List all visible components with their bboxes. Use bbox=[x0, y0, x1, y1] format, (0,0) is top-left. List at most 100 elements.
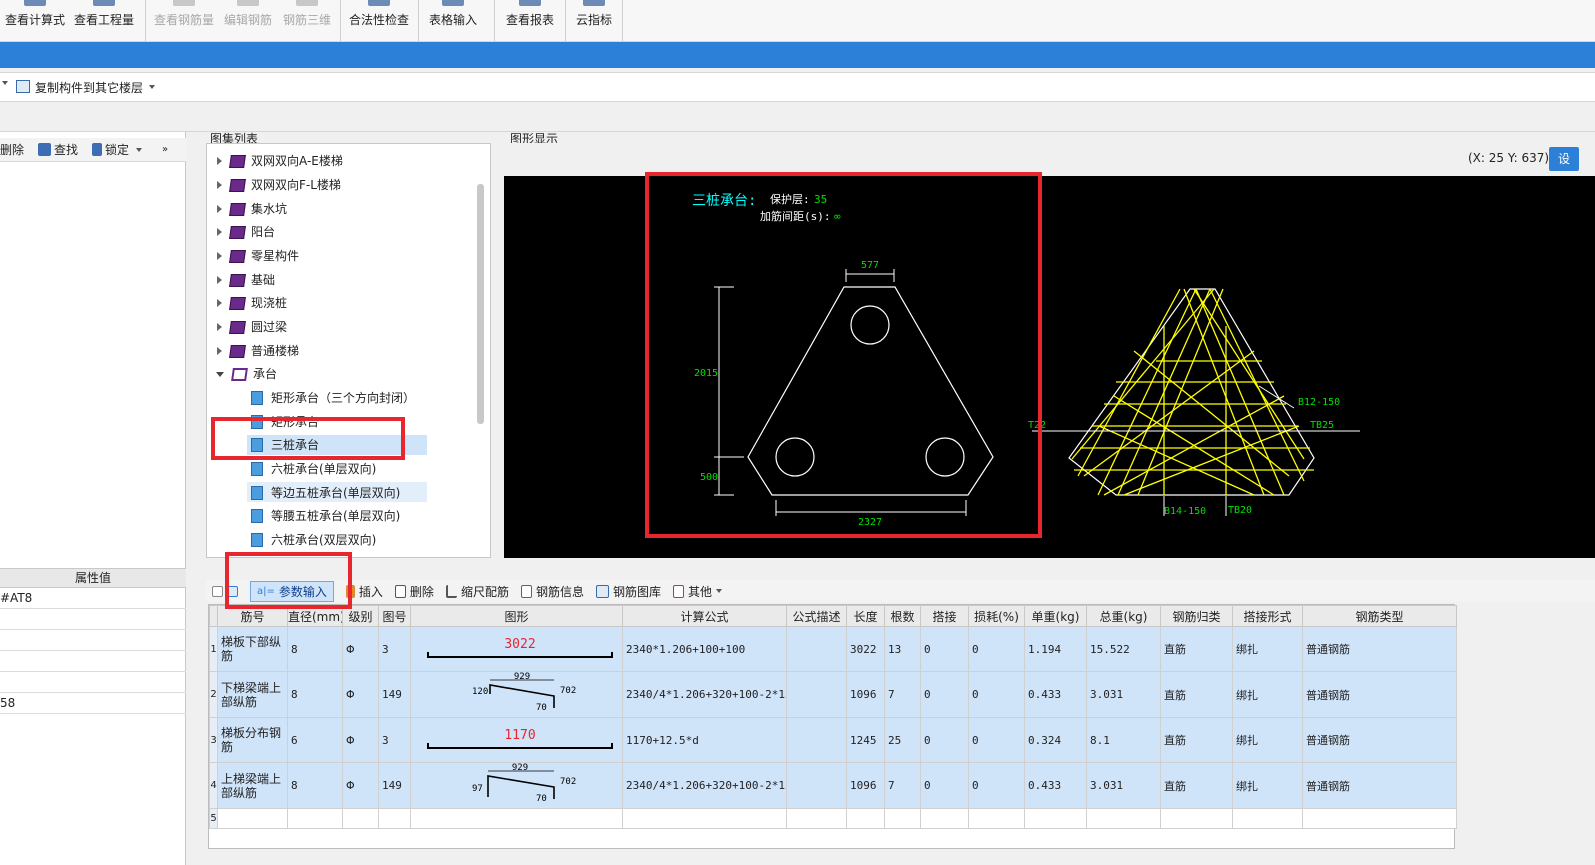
figure-no-cell[interactable]: 149 bbox=[378, 671, 411, 718]
table-row[interactable]: 2 下梯梁端上部纵筋 8 Φ 149 929 702 120 70 2340/4… bbox=[209, 671, 1457, 718]
unit-weight-cell[interactable]: 0.324 bbox=[1024, 717, 1087, 763]
lap-cell[interactable]: 0 bbox=[920, 671, 969, 718]
lock-button[interactable]: 锁定 bbox=[92, 141, 143, 158]
tree-leaf[interactable]: 等腰五桩承台(单层双向) bbox=[251, 505, 400, 527]
tree-node-expanded[interactable]: 承台 bbox=[216, 363, 277, 385]
rebar-name-cell[interactable]: 下梯梁端上部纵筋 bbox=[217, 671, 288, 718]
empty-cell[interactable] bbox=[968, 808, 1025, 829]
category-cell[interactable]: 直筋 bbox=[1160, 671, 1233, 718]
scale-rebar-button[interactable]: 缩尺配筋 bbox=[445, 583, 509, 600]
empty-cell[interactable] bbox=[378, 808, 411, 829]
tree-node[interactable]: 阳台 bbox=[217, 221, 275, 243]
total-weight-cell[interactable]: 15.522 bbox=[1086, 626, 1161, 672]
unit-weight-cell[interactable]: 1.194 bbox=[1024, 626, 1087, 672]
column-header[interactable]: 长度 bbox=[846, 605, 885, 627]
unit-weight-cell[interactable]: 0.433 bbox=[1024, 762, 1087, 809]
prop-value-cell[interactable]: 58 bbox=[0, 693, 186, 714]
diameter-cell[interactable]: 8 bbox=[287, 762, 343, 809]
tree-leaf[interactable]: 六桩承台(单层双向) bbox=[251, 458, 376, 480]
empty-cell[interactable] bbox=[920, 808, 969, 829]
table-row[interactable]: 1 梯板下部纵筋 8 Φ 3 3022 2340*1.206+100+100 3… bbox=[209, 626, 1457, 672]
column-header[interactable]: 总重(kg) bbox=[1086, 605, 1161, 627]
empty-cell[interactable] bbox=[846, 808, 885, 829]
column-header[interactable]: 计算公式 bbox=[622, 605, 787, 627]
column-header[interactable]: 根数 bbox=[884, 605, 921, 627]
rebar-type-cell[interactable]: 普通钢筋 bbox=[1302, 626, 1457, 672]
tree-node[interactable]: 双网双向A-E楼梯 bbox=[217, 150, 343, 172]
validity-check-button[interactable]: 合法性检查 bbox=[345, 0, 413, 42]
view-report-button[interactable]: 查看报表 bbox=[501, 0, 559, 42]
empty-cell[interactable] bbox=[884, 808, 921, 829]
delete-row-button[interactable]: 删除 bbox=[394, 583, 434, 600]
tree-node[interactable]: 现浇桩 bbox=[217, 292, 287, 314]
tree-node[interactable]: 双网双向F-L楼梯 bbox=[217, 174, 341, 196]
total-weight-cell[interactable]: 8.1 bbox=[1086, 717, 1161, 763]
shape-cell[interactable]: 3022 bbox=[410, 626, 623, 672]
row-number[interactable]: 1 bbox=[209, 626, 218, 672]
rebar-type-cell[interactable]: 普通钢筋 bbox=[1302, 717, 1457, 763]
loss-cell[interactable]: 0 bbox=[968, 671, 1025, 718]
move-up-button[interactable] bbox=[212, 585, 223, 597]
empty-cell[interactable] bbox=[1232, 808, 1303, 829]
cloud-index-button[interactable]: 云指标 bbox=[570, 0, 618, 42]
desc-cell[interactable] bbox=[786, 626, 847, 672]
count-cell[interactable]: 7 bbox=[884, 671, 921, 718]
loss-cell[interactable]: 0 bbox=[968, 762, 1025, 809]
column-header[interactable]: 图形 bbox=[410, 605, 623, 627]
row-number[interactable]: 2 bbox=[209, 671, 218, 718]
column-header[interactable]: 单重(kg) bbox=[1024, 605, 1087, 627]
expand-arrow-icon[interactable] bbox=[217, 299, 222, 307]
rebar-library-button[interactable]: 钢筋图库 bbox=[595, 583, 661, 600]
figure-no-cell[interactable]: 3 bbox=[378, 626, 411, 672]
rebar-type-cell[interactable]: 普通钢筋 bbox=[1302, 762, 1457, 809]
empty-cell[interactable] bbox=[342, 808, 379, 829]
empty-cell[interactable] bbox=[410, 808, 623, 829]
tree-leaf[interactable]: 等边五桩承台(单层双向) bbox=[251, 482, 400, 504]
edit-rebar-button[interactable]: 编辑钢筋 bbox=[220, 0, 276, 42]
rebar-info-button[interactable]: 钢筋信息 bbox=[520, 583, 584, 600]
formula-cell[interactable]: 2340*1.206+100+100 bbox=[622, 626, 787, 672]
expand-more-icon[interactable]: » bbox=[162, 144, 168, 155]
rebar-3d-button[interactable]: 钢筋三维 bbox=[279, 0, 335, 42]
empty-cell[interactable] bbox=[287, 808, 343, 829]
rebar-type-cell[interactable]: 普通钢筋 bbox=[1302, 671, 1457, 718]
category-cell[interactable]: 直筋 bbox=[1160, 626, 1233, 672]
length-cell[interactable]: 1096 bbox=[846, 671, 885, 718]
expand-arrow-icon[interactable] bbox=[217, 205, 222, 213]
lap-form-cell[interactable]: 绑扎 bbox=[1232, 762, 1303, 809]
chevron-down-icon[interactable] bbox=[2, 81, 8, 85]
tree-leaf[interactable]: 六桩承台(双层双向) bbox=[251, 529, 376, 551]
table-input-button[interactable]: 表格输入 bbox=[424, 0, 482, 42]
expand-arrow-icon[interactable] bbox=[217, 181, 222, 189]
desc-cell[interactable] bbox=[786, 762, 847, 809]
loss-cell[interactable]: 0 bbox=[968, 717, 1025, 763]
formula-cell[interactable]: 2340/4*1.206+320+100-2*15 bbox=[622, 762, 787, 809]
settings-button[interactable]: 设 bbox=[1549, 147, 1579, 171]
total-weight-cell[interactable]: 3.031 bbox=[1086, 762, 1161, 809]
column-header[interactable]: 搭接形式 bbox=[1232, 605, 1303, 627]
lap-cell[interactable]: 0 bbox=[920, 717, 969, 763]
expand-arrow-icon[interactable] bbox=[217, 252, 222, 260]
tree-leaf[interactable]: 矩形承台（三个方向封闭） bbox=[251, 387, 415, 409]
find-button[interactable]: 查找 bbox=[38, 141, 78, 158]
empty-cell[interactable] bbox=[1160, 808, 1233, 829]
rebar-name-cell[interactable]: 梯板分布钢筋 bbox=[217, 717, 288, 763]
prop-value-cell[interactable] bbox=[0, 651, 186, 672]
lap-form-cell[interactable]: 绑扎 bbox=[1232, 717, 1303, 763]
expand-arrow-icon[interactable] bbox=[217, 323, 222, 331]
lap-cell[interactable]: 0 bbox=[920, 762, 969, 809]
tree-node[interactable]: 基础 bbox=[217, 269, 275, 291]
desc-cell[interactable] bbox=[786, 717, 847, 763]
grade-cell[interactable]: Φ bbox=[342, 671, 379, 718]
row-number[interactable]: 4 bbox=[209, 762, 218, 809]
prop-value-cell[interactable] bbox=[0, 609, 186, 630]
column-header[interactable]: 搭接 bbox=[920, 605, 969, 627]
grade-cell[interactable]: Φ bbox=[342, 762, 379, 809]
empty-cell[interactable] bbox=[622, 808, 787, 829]
formula-cell[interactable]: 2340/4*1.206+320+100-2*15 bbox=[622, 671, 787, 718]
empty-cell[interactable] bbox=[1024, 808, 1087, 829]
collapse-arrow-icon[interactable] bbox=[216, 371, 224, 377]
copy-to-floor-button[interactable]: 复制构件到其它楼层 bbox=[35, 79, 143, 96]
tree-node[interactable]: 集水坑 bbox=[217, 198, 287, 220]
length-cell[interactable]: 1245 bbox=[846, 717, 885, 763]
